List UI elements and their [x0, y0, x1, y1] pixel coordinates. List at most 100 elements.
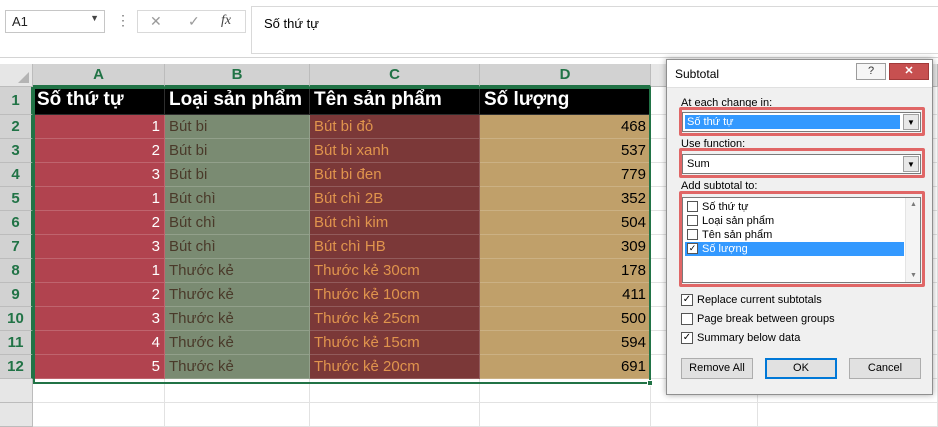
- table-cell[interactable]: 4: [33, 331, 165, 355]
- select-all-corner[interactable]: [0, 64, 33, 87]
- table-cell[interactable]: Bút chì HB: [310, 235, 480, 259]
- row-header[interactable]: 5: [0, 187, 33, 211]
- table-cell[interactable]: Thước kẻ 20cm: [310, 355, 480, 379]
- row-header[interactable]: 3: [0, 139, 33, 163]
- checkbox[interactable]: ✓: [681, 294, 693, 306]
- table-cell[interactable]: 594: [480, 331, 651, 355]
- row-header[interactable]: 12: [0, 355, 33, 379]
- row-header[interactable]: [0, 379, 33, 403]
- header-cell[interactable]: Số lượng: [480, 87, 651, 115]
- table-cell[interactable]: 1: [33, 115, 165, 139]
- checkbox[interactable]: [681, 313, 693, 325]
- empty-cell[interactable]: [310, 403, 480, 427]
- row-header[interactable]: 2: [0, 115, 33, 139]
- table-cell[interactable]: Thước kẻ: [165, 283, 310, 307]
- table-cell[interactable]: 309: [480, 235, 651, 259]
- checkbox[interactable]: [687, 229, 698, 240]
- table-cell[interactable]: 537: [480, 139, 651, 163]
- empty-cell[interactable]: [651, 403, 758, 427]
- name-box[interactable]: A1 ▼: [5, 10, 105, 33]
- table-cell[interactable]: Thước kẻ: [165, 331, 310, 355]
- list-item[interactable]: Tên sản phẩm: [685, 228, 904, 242]
- row-header[interactable]: 1: [0, 87, 33, 115]
- table-cell[interactable]: 691: [480, 355, 651, 379]
- table-cell[interactable]: Thước kẻ 30cm: [310, 259, 480, 283]
- table-cell[interactable]: 2: [33, 139, 165, 163]
- empty-cell[interactable]: [33, 403, 165, 427]
- table-cell[interactable]: 3: [33, 163, 165, 187]
- table-cell[interactable]: Bút chì: [165, 211, 310, 235]
- row-header[interactable]: 10: [0, 307, 33, 331]
- table-cell[interactable]: 1: [33, 259, 165, 283]
- table-cell[interactable]: Bút bi: [165, 163, 310, 187]
- chevron-down-icon[interactable]: ▼: [90, 13, 99, 23]
- empty-cell[interactable]: [165, 403, 310, 427]
- table-cell[interactable]: Bút bi: [165, 139, 310, 163]
- table-cell[interactable]: 3: [33, 307, 165, 331]
- row-header[interactable]: 7: [0, 235, 33, 259]
- empty-cell[interactable]: [310, 379, 480, 403]
- insert-function-icon[interactable]: fx: [221, 13, 231, 29]
- table-cell[interactable]: 2: [33, 283, 165, 307]
- enter-icon[interactable]: ✓: [188, 13, 200, 30]
- table-cell[interactable]: Bút chì kim: [310, 211, 480, 235]
- scroll-up-icon[interactable]: ▲: [910, 201, 917, 208]
- page-break-checkbox[interactable]: Page break between groups: [681, 313, 835, 327]
- table-cell[interactable]: 411: [480, 283, 651, 307]
- replace-subtotals-checkbox[interactable]: ✓ Replace current subtotals: [681, 294, 822, 308]
- table-cell[interactable]: Bút bi xanh: [310, 139, 480, 163]
- table-cell[interactable]: 504: [480, 211, 651, 235]
- empty-cell[interactable]: [758, 403, 938, 427]
- table-cell[interactable]: 352: [480, 187, 651, 211]
- row-header[interactable]: 8: [0, 259, 33, 283]
- column-header[interactable]: C: [310, 64, 480, 87]
- column-header[interactable]: B: [165, 64, 310, 87]
- help-button[interactable]: ?: [856, 63, 886, 80]
- table-cell[interactable]: 178: [480, 259, 651, 283]
- more-icon[interactable]: ⋮: [116, 12, 130, 29]
- ok-button[interactable]: OK: [765, 358, 837, 379]
- table-cell[interactable]: Thước kẻ: [165, 355, 310, 379]
- close-button[interactable]: ✕: [889, 63, 929, 80]
- table-cell[interactable]: Thước kẻ: [165, 259, 310, 283]
- empty-cell[interactable]: [165, 379, 310, 403]
- formula-input[interactable]: Số thứ tự: [251, 6, 938, 54]
- remove-all-button[interactable]: Remove All: [681, 358, 753, 379]
- fill-handle[interactable]: [647, 380, 653, 386]
- checkbox[interactable]: [687, 201, 698, 212]
- table-cell[interactable]: Bút chì: [165, 187, 310, 211]
- list-item[interactable]: Số thứ tự: [685, 200, 904, 214]
- list-item[interactable]: Loại sản phẩm: [685, 214, 904, 228]
- summary-below-checkbox[interactable]: ✓ Summary below data: [681, 332, 800, 346]
- header-cell[interactable]: Số thứ tự: [33, 87, 165, 115]
- row-header[interactable]: 9: [0, 283, 33, 307]
- table-cell[interactable]: Thước kẻ 25cm: [310, 307, 480, 331]
- table-cell[interactable]: Bút bi đỏ: [310, 115, 480, 139]
- checkbox[interactable]: ✓: [687, 243, 698, 254]
- table-cell[interactable]: Thước kẻ 10cm: [310, 283, 480, 307]
- chevron-down-icon[interactable]: ▼: [903, 114, 919, 130]
- add-subtotal-list[interactable]: Số thứ tự Loại sản phẩm Tên sản phẩm ✓ S…: [682, 197, 921, 283]
- table-cell[interactable]: Bút bi: [165, 115, 310, 139]
- list-item[interactable]: ✓ Số lượng: [685, 242, 904, 256]
- table-cell[interactable]: 500: [480, 307, 651, 331]
- at-each-change-select[interactable]: Số thứ tự ▼: [682, 112, 921, 132]
- scroll-down-icon[interactable]: ▼: [910, 272, 917, 279]
- column-header[interactable]: A: [33, 64, 165, 87]
- column-header[interactable]: D: [480, 64, 651, 87]
- scrollbar[interactable]: ▲ ▼: [905, 198, 920, 282]
- table-cell[interactable]: 468: [480, 115, 651, 139]
- checkbox[interactable]: ✓: [681, 332, 693, 344]
- table-cell[interactable]: Bút chì 2B: [310, 187, 480, 211]
- table-cell[interactable]: 5: [33, 355, 165, 379]
- table-cell[interactable]: 3: [33, 235, 165, 259]
- row-header[interactable]: 6: [0, 211, 33, 235]
- checkbox[interactable]: [687, 215, 698, 226]
- table-cell[interactable]: Thước kẻ: [165, 307, 310, 331]
- table-cell[interactable]: Bút bi đen: [310, 163, 480, 187]
- row-header[interactable]: 11: [0, 331, 33, 355]
- cancel-icon[interactable]: ✕: [150, 13, 162, 30]
- row-header[interactable]: 4: [0, 163, 33, 187]
- use-function-select[interactable]: Sum ▼: [682, 154, 921, 174]
- table-cell[interactable]: Bút chì: [165, 235, 310, 259]
